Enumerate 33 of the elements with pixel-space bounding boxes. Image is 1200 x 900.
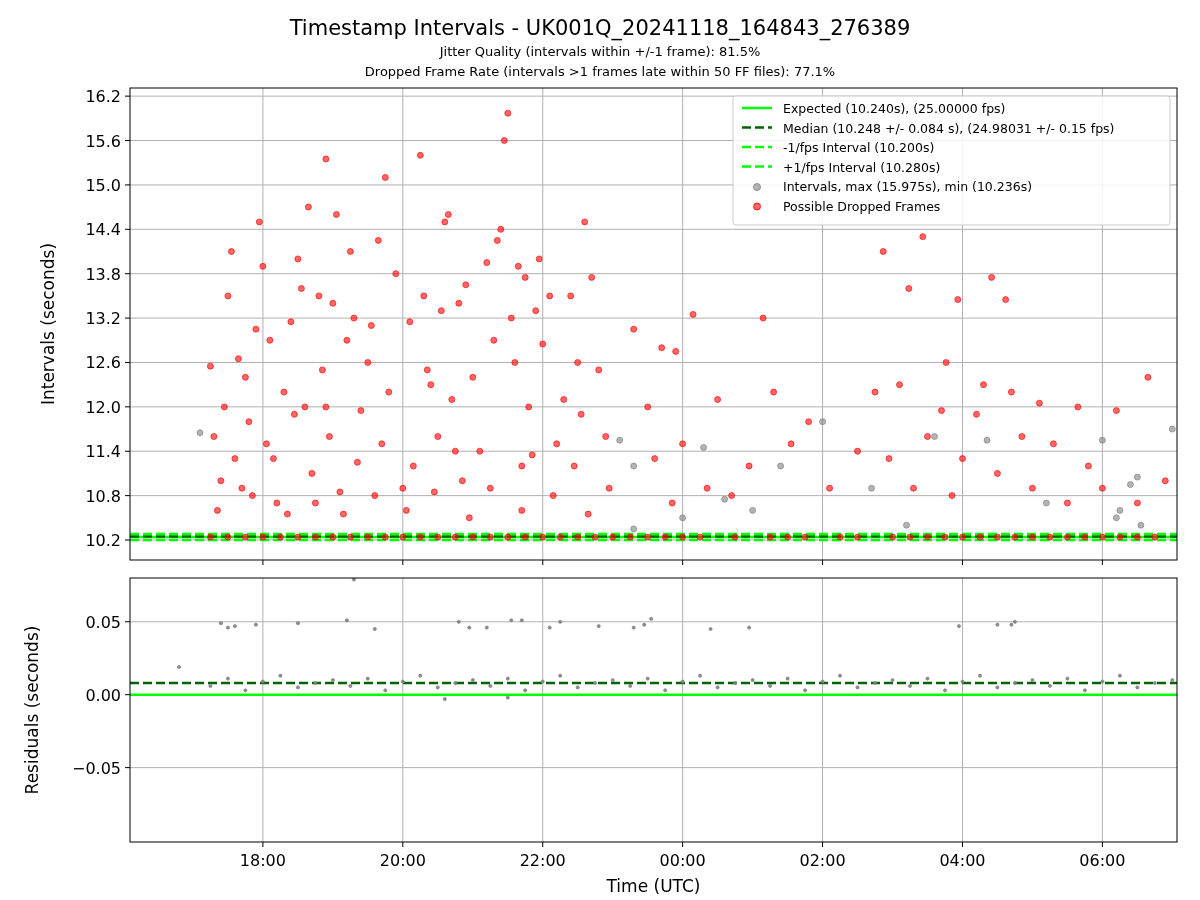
legend-label: -1/fps Interval (10.200s) <box>783 140 935 155</box>
tick-label: 22:00 <box>519 851 566 870</box>
tick-label: 06:00 <box>1079 851 1126 870</box>
tick-label: 12.6 <box>85 353 121 373</box>
tick-label: 18:00 <box>239 851 286 870</box>
tick-label: 16.2 <box>85 87 121 107</box>
axis-label: Intervals (seconds) <box>38 242 58 406</box>
chart-title: Timestamp Intervals - UK001Q_20241118_164843_276389 <box>289 15 911 42</box>
tick-label: 04:00 <box>939 851 986 870</box>
tick-label: 12.0 <box>85 397 121 417</box>
tick-label: 14.4 <box>85 220 121 240</box>
tick-label: 15.6 <box>85 131 121 151</box>
tick-label: 13.8 <box>85 264 121 284</box>
tick-label: −0.05 <box>71 758 121 778</box>
tick-label: 11.4 <box>85 442 121 462</box>
tick-label: 13.2 <box>85 309 121 329</box>
legend-label: +1/fps Interval (10.280s) <box>783 159 941 175</box>
chart-subtitle: Jitter Quality (intervals within +/-1 frame): 81.5% <box>439 43 761 61</box>
legend-label: Possible Dropped Frames <box>783 198 941 214</box>
tick-label: 0.05 <box>85 612 121 632</box>
tick-label: 02:00 <box>799 851 846 870</box>
axis-label: Residuals (seconds) <box>22 625 42 795</box>
tick-label: 10.8 <box>85 486 121 506</box>
tick-label: 10.2 <box>85 531 121 551</box>
axis-label: Time (UTC) <box>606 876 701 896</box>
tick-label: 15.0 <box>85 175 121 195</box>
legend-label: Median (10.248 +/- 0.084 s), (24.98031 +/- 0.15 fps) <box>783 120 1115 136</box>
legend-label: Intervals, max (15.975s), min (10.236s) <box>783 179 1033 194</box>
tick-label: 00:00 <box>659 851 706 870</box>
chart-subtitle: Dropped Frame Rate (intervals >1 frames late within 50 FF files): 77.1% <box>364 63 836 81</box>
legend-label: Expected (10.240s), (25.00000 fps) <box>783 101 1006 116</box>
tick-label: 0.00 <box>85 685 121 705</box>
tick-label: 20:00 <box>379 851 426 870</box>
